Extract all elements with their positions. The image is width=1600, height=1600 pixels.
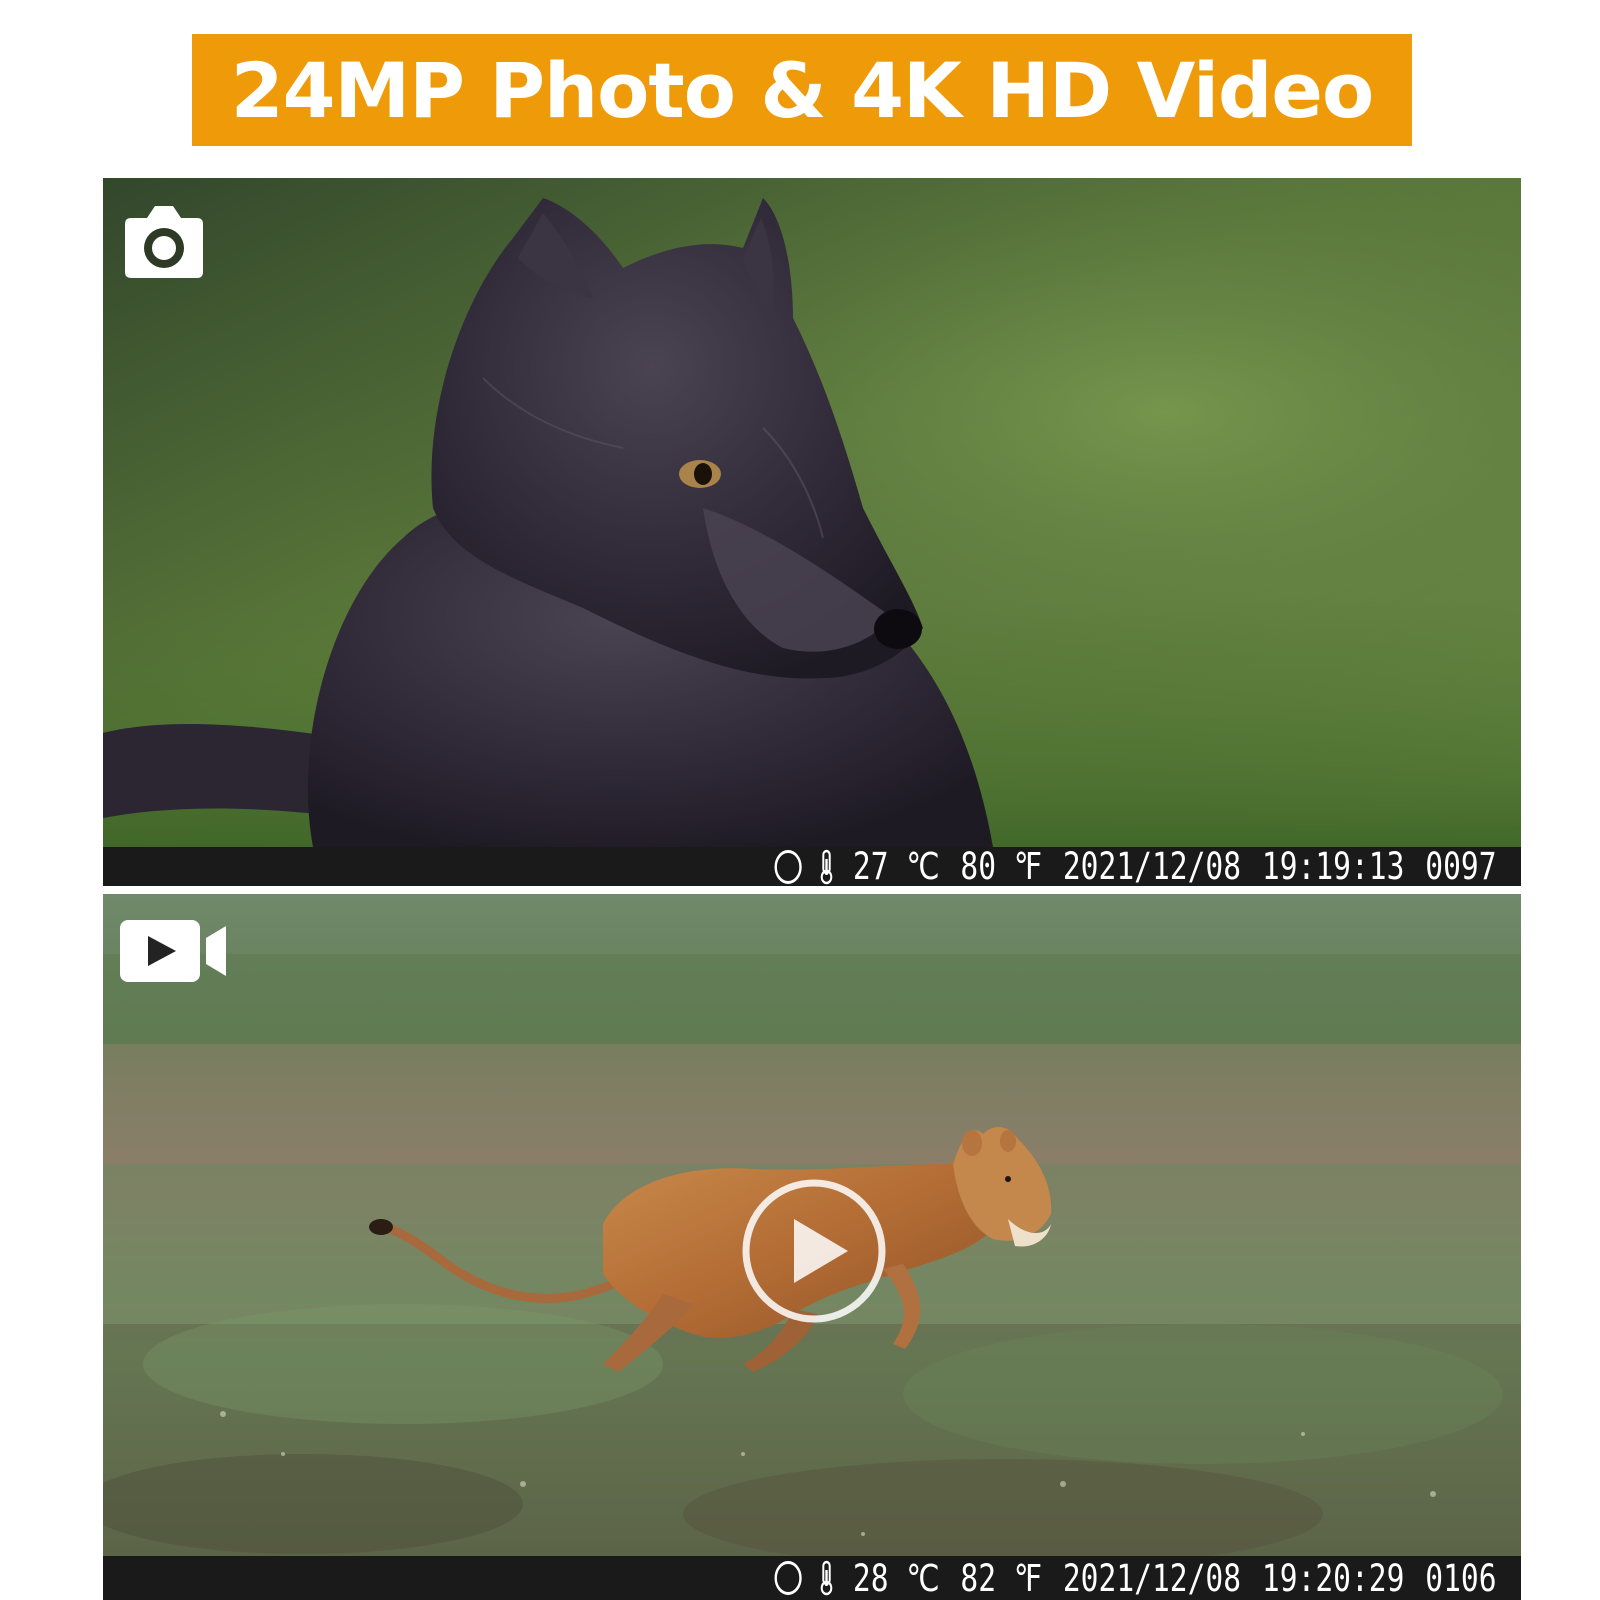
- capture-date: 2021/12/08: [1063, 845, 1242, 886]
- camera-icon: [125, 206, 203, 278]
- thermometer-icon: [821, 849, 833, 884]
- video-camera-icon: [120, 920, 226, 982]
- arctic-fox-photo: [103, 178, 1521, 847]
- banner-title: 24MP Photo & 4K HD Video: [230, 45, 1374, 135]
- capture-time: 19:20:29: [1262, 1556, 1405, 1600]
- temperature-fahrenheit: 80 ℉: [960, 845, 1043, 886]
- temperature-celsius: 28 ℃: [853, 1556, 941, 1600]
- video-panel: 28 ℃ 82 ℉ 2021/12/08 19:20:29 0106: [103, 894, 1521, 1600]
- thermometer-icon: [821, 1560, 833, 1596]
- file-index: 0106: [1425, 1556, 1497, 1600]
- photo-panel: 27 ℃ 80 ℉ 2021/12/08 19:19:13 0097: [103, 178, 1521, 886]
- temperature-fahrenheit: 82 ℉: [960, 1556, 1043, 1600]
- title-banner: 24MP Photo & 4K HD Video: [192, 34, 1412, 146]
- temperature-celsius: 27 ℃: [853, 845, 941, 886]
- photo-info-bar: 27 ℃ 80 ℉ 2021/12/08 19:19:13 0097: [103, 845, 1521, 886]
- capture-date: 2021/12/08: [1063, 1556, 1242, 1600]
- play-icon[interactable]: [740, 1177, 888, 1325]
- status-ring-icon: [774, 1561, 803, 1595]
- video-info-bar: 28 ℃ 82 ℉ 2021/12/08 19:20:29 0106: [103, 1556, 1521, 1600]
- status-ring-icon: [774, 849, 803, 884]
- capture-time: 19:19:13: [1262, 845, 1405, 886]
- file-index: 0097: [1425, 845, 1497, 886]
